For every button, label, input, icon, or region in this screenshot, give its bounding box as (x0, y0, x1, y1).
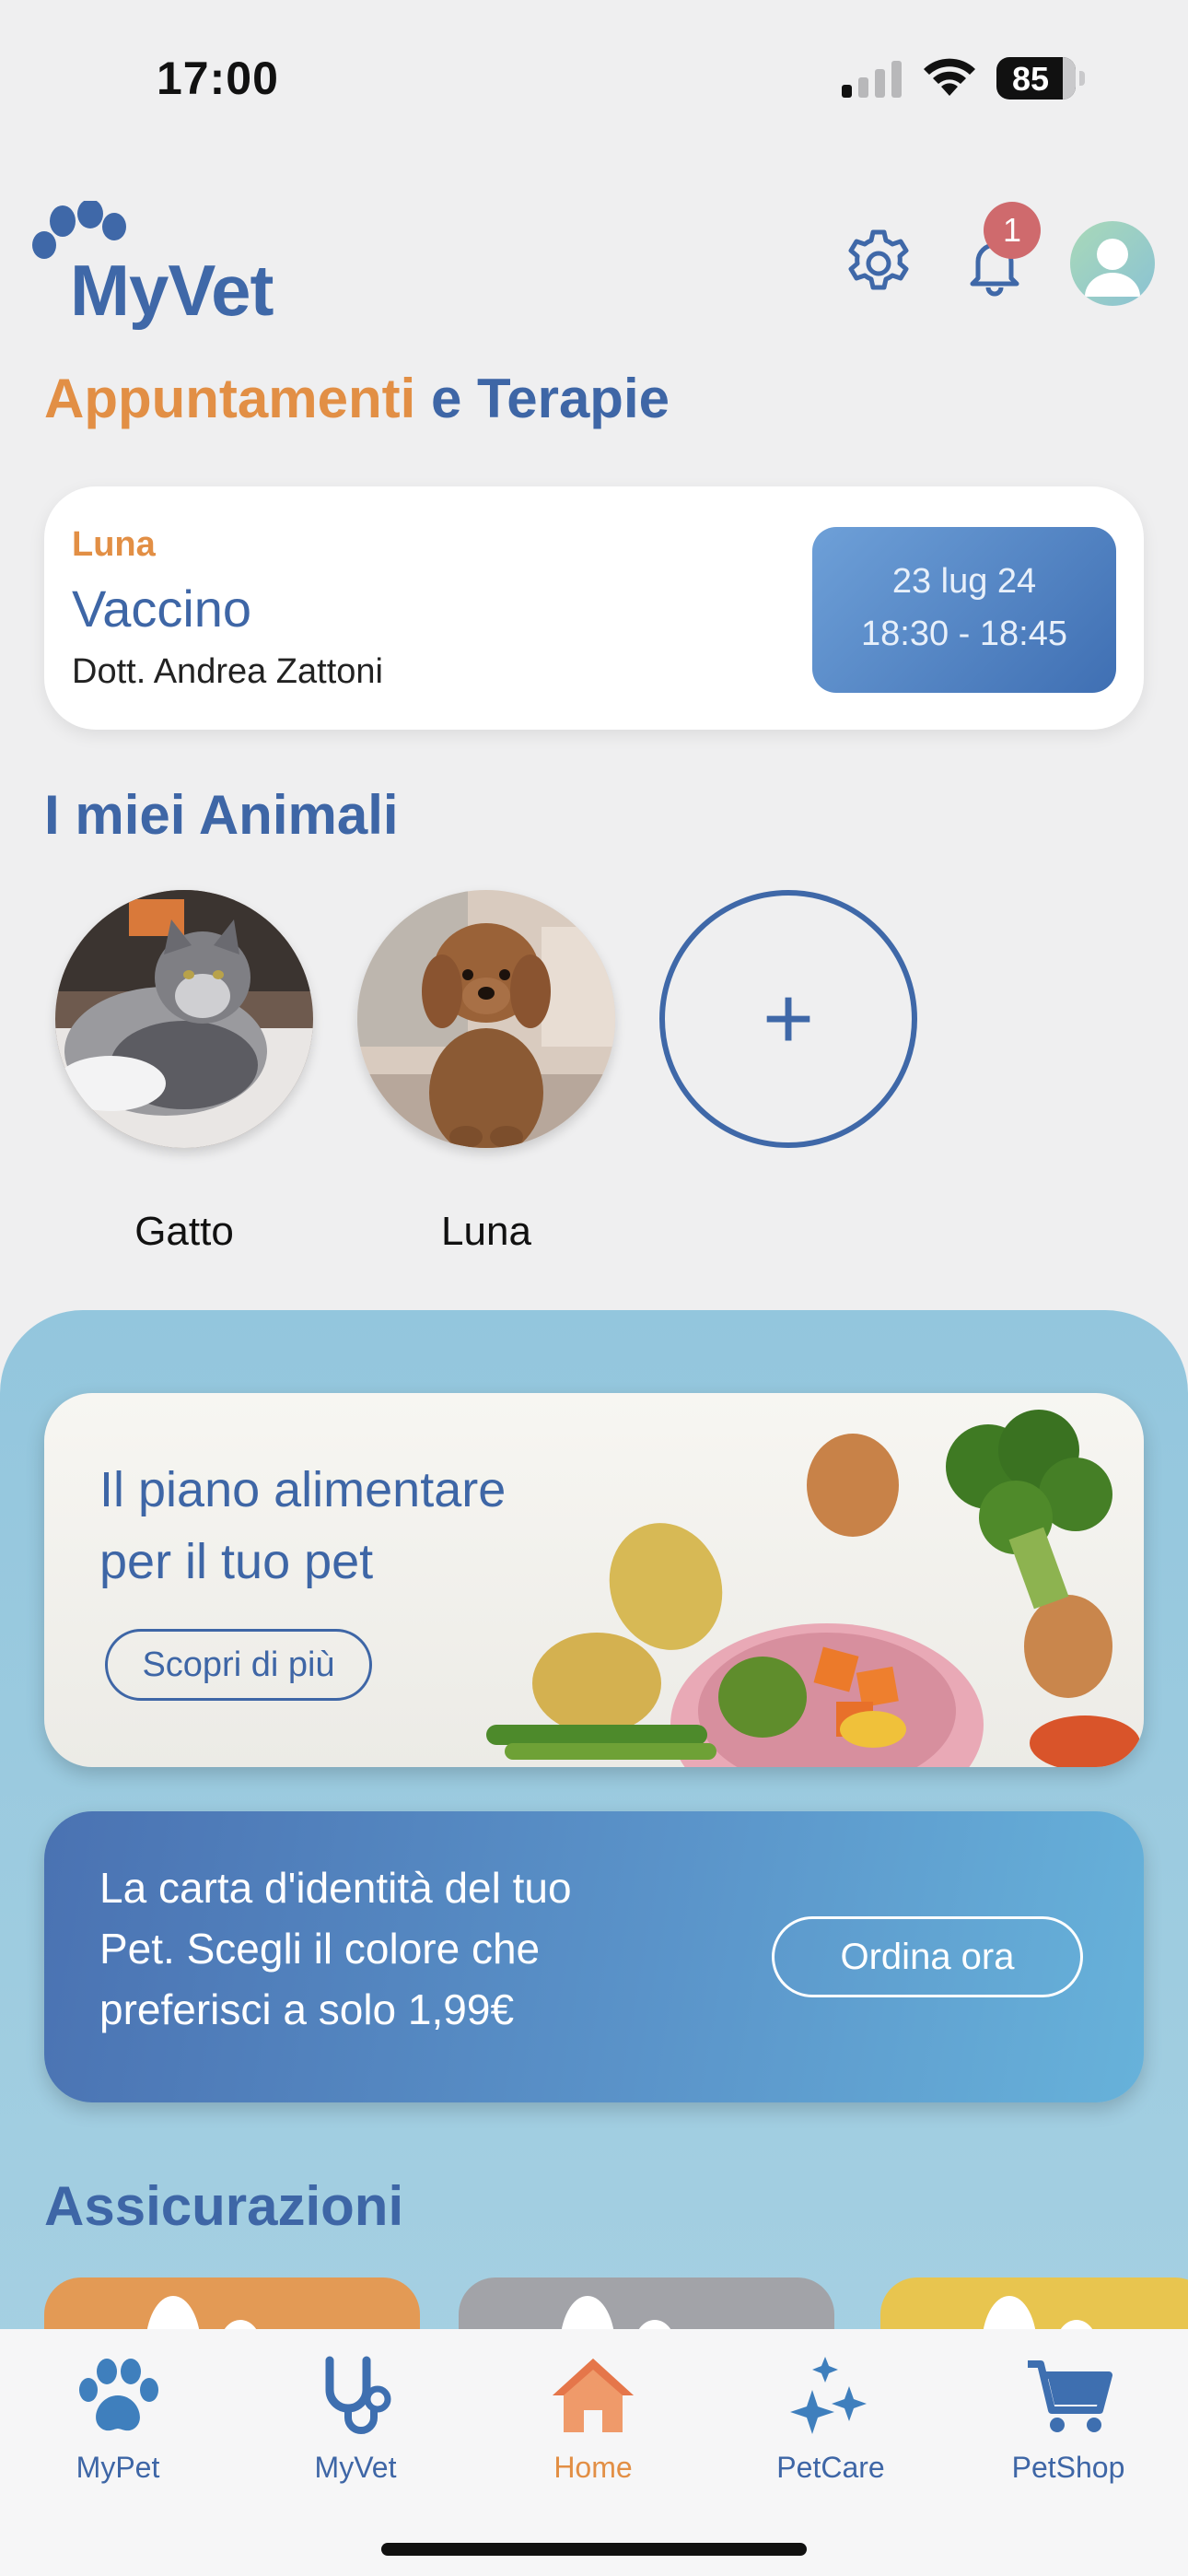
tab-bar: MyPet MyVet Home PetCare PetShop (0, 2329, 1188, 2576)
notification-badge: 1 (984, 202, 1041, 259)
tab-petcare[interactable]: PetCare (739, 2353, 923, 2484)
appointments-title-part2: e Terapie (415, 368, 670, 429)
status-bar: 17:00 85 (0, 0, 1188, 157)
food-plan-title-line2: per il tuo pet (99, 1534, 374, 1589)
cart-icon (1028, 2360, 1112, 2432)
appointment-time: 18:30 - 18:45 (861, 615, 1067, 653)
appointment-date: 23 lug 24 (891, 562, 1037, 601)
battery-icon: 85 (996, 57, 1085, 100)
food-plan-card[interactable]: Il piano alimentare per il tuo pet Scopr… (44, 1393, 1144, 1767)
appointment-card[interactable]: Luna Vaccino Dott. Andrea Zattoni 23 lug… (44, 486, 1144, 730)
order-now-button[interactable]: Ordina ora (772, 1916, 1083, 1997)
sparkles-icon (790, 2357, 867, 2434)
tab-mypet[interactable]: MyPet (26, 2353, 210, 2484)
app-logo: MyVet (28, 201, 322, 331)
tab-home[interactable]: Home (501, 2353, 685, 2484)
tab-label-petshop: PetShop (1011, 2451, 1125, 2484)
settings-button[interactable] (842, 227, 915, 300)
tab-label-home: Home (553, 2451, 633, 2484)
status-time: 17:00 (157, 53, 279, 104)
appointment-type: Vaccino (72, 580, 252, 638)
wifi-icon (924, 58, 975, 96)
home-icon (553, 2359, 634, 2432)
user-avatar-icon (1085, 239, 1140, 297)
pet-id-card-promo[interactable]: La carta d'identità del tuo Pet. Scegli … (44, 1811, 1144, 2102)
food-plan-title: Il piano alimentare per il tuo pet (99, 1454, 615, 1598)
add-pet-button[interactable]: + (659, 890, 917, 1148)
pet-name-gatto: Gatto (134, 1209, 234, 1254)
tab-label-petcare: PetCare (776, 2451, 885, 2484)
gear-icon (848, 229, 909, 290)
animals-title: I miei Animali (44, 784, 399, 846)
pet-name-luna: Luna (441, 1209, 531, 1254)
appointment-doctor: Dott. Andrea Zattoni (72, 652, 383, 691)
appointments-title: Appuntamenti e Terapie (44, 367, 670, 430)
tab-petshop[interactable]: PetShop (976, 2353, 1160, 2484)
battery-level: 85 (1011, 60, 1050, 98)
paw-icon (79, 2359, 158, 2431)
home-indicator[interactable] (381, 2543, 807, 2556)
pet-item-luna[interactable]: Luna (357, 890, 615, 1254)
pet-id-promo-text: La carta d'identità del tuo Pet. Scegli … (99, 1864, 572, 2033)
stethoscope-icon (325, 2356, 391, 2434)
pet-item-gatto[interactable]: Gatto (55, 890, 313, 1254)
pet-photo-luna (357, 890, 615, 1148)
discover-more-button[interactable]: Scopri di più (105, 1629, 372, 1701)
tab-label-mypet: MyPet (76, 2451, 160, 2484)
tab-label-myvet: MyVet (314, 2451, 397, 2484)
cellular-signal-icon (842, 61, 902, 98)
app-name: MyVet (70, 250, 274, 331)
pet-photo-gatto (55, 890, 313, 1148)
appointment-datetime: 23 lug 24 18:30 - 18:45 (812, 527, 1116, 693)
appointment-pet-name: Luna (72, 525, 156, 564)
appointments-title-part1: Appuntamenti (44, 368, 416, 429)
tab-myvet[interactable]: MyVet (263, 2353, 448, 2484)
plus-icon: + (762, 969, 815, 1068)
food-plan-title-line1: Il piano alimentare (99, 1462, 507, 1517)
insurance-title: Assicurazioni (44, 2175, 404, 2237)
avatar[interactable] (1070, 221, 1155, 306)
